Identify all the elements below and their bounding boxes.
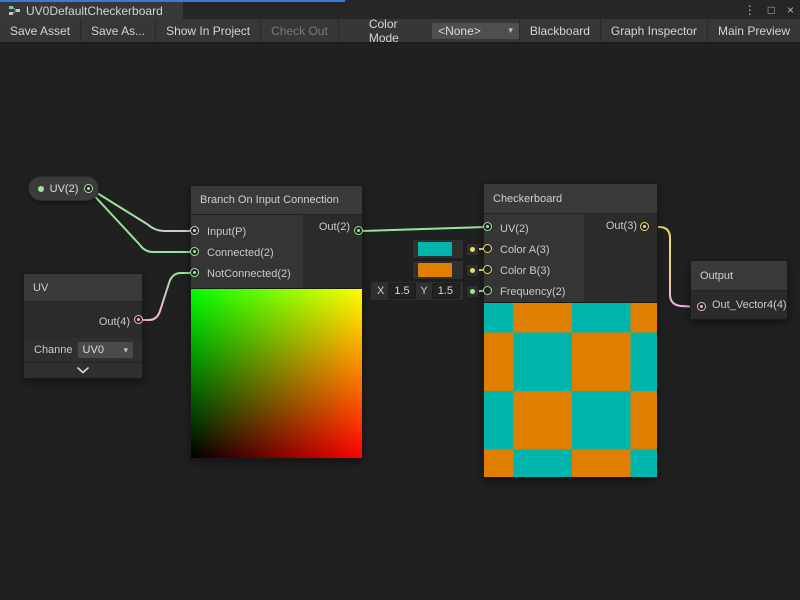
color-mode-label: Color Mode: [369, 17, 424, 45]
port-label-connected: Connected(2): [191, 242, 362, 263]
port-label-out2: Out(2): [319, 221, 350, 233]
toolbar: Save Asset Save As... Show In Project Ch…: [0, 19, 800, 43]
save-as-button[interactable]: Save As...: [81, 19, 156, 42]
port-out3[interactable]: [640, 222, 649, 231]
color-a-port-box[interactable]: [466, 243, 479, 256]
graph-inspector-button[interactable]: Graph Inspector: [600, 19, 707, 42]
port-label-out3: Out(3): [606, 220, 637, 232]
checkerboard-preview: [484, 302, 657, 477]
edge-out2-to-uv2[interactable]: [362, 227, 486, 231]
port-label-colora: Color A(3): [484, 239, 657, 260]
color-b-swatch[interactable]: [418, 263, 452, 277]
color-mode-dropdown[interactable]: <None> ▾: [432, 23, 519, 39]
color-mode-group: Color Mode <None> ▾: [369, 19, 519, 42]
port-out2[interactable]: [354, 226, 363, 235]
edge-uv2-to-input[interactable]: [89, 188, 191, 231]
tab-title: UV0DefaultCheckerboard: [26, 4, 163, 18]
tab-uv0defaultcheckerboard[interactable]: UV0DefaultCheckerboard: [0, 2, 183, 19]
node-uv[interactable]: UV Out(4) Channe UV0 ▾: [23, 273, 143, 379]
maximize-icon[interactable]: □: [768, 3, 775, 17]
chevron-down-icon: [77, 367, 89, 374]
chevron-down-icon: ▾: [123, 345, 128, 356]
port-cb-colorb[interactable]: [483, 265, 492, 274]
node-uv2-property[interactable]: UV(2): [28, 176, 99, 201]
node-title: Output: [691, 261, 787, 291]
close-icon[interactable]: ×: [787, 3, 794, 17]
main-preview-button[interactable]: Main Preview: [707, 19, 800, 42]
y-value-field[interactable]: 1.5: [432, 283, 460, 299]
port-label-notconnected: NotConnected(2): [191, 263, 362, 284]
color-mode-value: <None>: [438, 24, 481, 38]
color-b-port-box[interactable]: [466, 264, 479, 277]
color-b-widget[interactable]: [412, 260, 464, 280]
port-cb-colora[interactable]: [483, 244, 492, 253]
node-title: Branch On Input Connection: [191, 186, 362, 215]
edge-uv2-to-connected[interactable]: [89, 190, 191, 252]
property-label: UV(2): [50, 183, 79, 195]
color-a-widget[interactable]: [412, 239, 464, 259]
x-value-field[interactable]: 1.5: [388, 283, 416, 299]
edge-uvout4-to-notconnected[interactable]: [139, 273, 191, 320]
frequency-widget: X 1.5 Y 1.5: [370, 281, 464, 301]
y-label: Y: [420, 285, 427, 297]
port-cb-frequency[interactable]: [483, 286, 492, 295]
graph-canvas[interactable]: UV(2) Branch On Input Connection Input(P…: [0, 43, 800, 599]
property-dot-icon: [38, 186, 44, 192]
x-label: X: [377, 285, 384, 297]
port-cb-uv2[interactable]: [483, 222, 492, 231]
port-out4[interactable]: [134, 315, 143, 324]
port-uv2-out[interactable]: [84, 184, 93, 193]
port-notconnected[interactable]: [190, 268, 199, 277]
uv-gradient-preview: [191, 288, 362, 458]
shader-graph-icon: [8, 4, 21, 17]
shader-graph-window: UV0DefaultCheckerboard ⋮ □ × Save Asset …: [0, 0, 800, 600]
blackboard-button[interactable]: Blackboard: [519, 19, 600, 42]
chevron-down-icon: ▾: [508, 25, 513, 36]
node-title: Checkerboard: [484, 184, 657, 214]
show-in-project-button[interactable]: Show In Project: [156, 19, 261, 42]
node-branch-on-input-connection[interactable]: Branch On Input Connection Input(P) Conn…: [190, 185, 363, 459]
frequency-dot-icon: [470, 289, 475, 294]
node-output[interactable]: Output Out_Vector4(4): [690, 260, 788, 320]
menu-icon[interactable]: ⋮: [744, 3, 756, 17]
port-connected[interactable]: [190, 247, 199, 256]
channel-dropdown[interactable]: UV0 ▾: [77, 341, 134, 359]
color-b-dot-icon: [470, 268, 475, 273]
channel-value: UV0: [83, 344, 104, 356]
frequency-port-box[interactable]: [466, 285, 479, 298]
tab-strip: UV0DefaultCheckerboard ⋮ □ ×: [0, 0, 800, 19]
port-label-out4: Out(4): [99, 316, 130, 328]
save-asset-button[interactable]: Save Asset: [0, 19, 81, 42]
node-checkerboard[interactable]: Checkerboard UV(2) Color A(3) Color B(3)…: [483, 183, 658, 478]
port-out-vector4[interactable]: [697, 302, 706, 311]
channel-label: Channe: [34, 344, 73, 356]
port-label-frequency: Frequency(2): [484, 281, 657, 302]
port-label-colorb: Color B(3): [484, 260, 657, 281]
port-input-p[interactable]: [190, 226, 199, 235]
check-out-button: Check Out: [261, 19, 339, 42]
color-a-swatch[interactable]: [418, 242, 452, 256]
collapse-button[interactable]: [24, 362, 142, 378]
color-a-dot-icon: [470, 247, 475, 252]
node-title: UV: [24, 274, 142, 302]
